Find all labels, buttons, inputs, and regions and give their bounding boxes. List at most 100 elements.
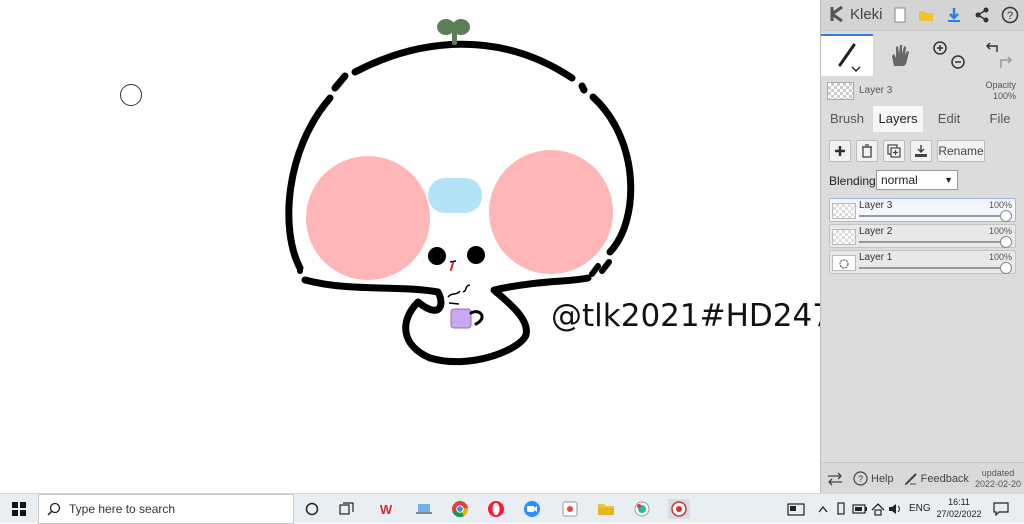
- cortana-icon[interactable]: [303, 499, 321, 519]
- search-icon: [47, 502, 61, 516]
- new-file-icon[interactable]: [891, 6, 909, 24]
- trash-icon: [862, 144, 872, 158]
- share-icon[interactable]: [973, 6, 991, 24]
- kleki-logo: Kleki: [829, 5, 883, 23]
- undo-redo-buttons[interactable]: [977, 34, 1021, 76]
- drawing-canvas[interactable]: @tlk2021#HD247: [0, 0, 820, 493]
- swap-arrows-icon[interactable]: [827, 472, 843, 486]
- merge-down-icon: [915, 145, 927, 157]
- device-icon[interactable]: [834, 499, 848, 519]
- windows-start-icon[interactable]: [10, 499, 28, 519]
- clock-time: 16:11: [948, 497, 970, 507]
- left-cheek: [306, 156, 430, 280]
- laptop-app-icon[interactable]: [414, 499, 434, 519]
- layer-opacity: 100%: [988, 200, 1012, 210]
- task-view-icon[interactable]: [338, 499, 356, 519]
- hand-tool-button[interactable]: [879, 34, 921, 76]
- slider-knob[interactable]: [1000, 210, 1012, 222]
- panel-footer: ? Help Feedback updated 2022-02-20: [821, 462, 1024, 494]
- watermark-text: @tlk2021#HD247: [551, 298, 820, 334]
- zoom-app-icon[interactable]: [522, 499, 542, 519]
- download-icon[interactable]: [945, 6, 963, 24]
- layer-opacity-slider[interactable]: [859, 215, 1009, 217]
- chevron-up-icon[interactable]: [816, 499, 830, 519]
- file-explorer-icon[interactable]: [596, 499, 616, 519]
- open-folder-icon[interactable]: [917, 6, 935, 24]
- rename-layer-button[interactable]: Rename: [937, 140, 985, 162]
- battery-icon[interactable]: [852, 499, 868, 519]
- tab-brush[interactable]: Brush: [821, 106, 873, 132]
- add-layer-button[interactable]: [829, 140, 851, 162]
- svg-text:W: W: [380, 502, 393, 516]
- network-icon[interactable]: [870, 499, 886, 519]
- help-circle-icon[interactable]: ?: [1001, 6, 1019, 24]
- blending-label: Blending: [829, 174, 876, 188]
- top-bar: Kleki ?: [821, 0, 1024, 31]
- tool-row: [821, 34, 1024, 76]
- opacity-readout: Opacity 100%: [985, 80, 1016, 102]
- taskbar: Type here to search W ENG 16:11 27/02/20…: [0, 493, 1024, 524]
- clock-date: 27/02/2022: [936, 509, 982, 519]
- chrome-icon[interactable]: [450, 499, 470, 519]
- side-panel: Kleki ? Layer 3 Opacity 100% Brush Layer…: [820, 0, 1024, 494]
- current-layer-preview: [827, 82, 854, 100]
- layer-name: Layer 1: [859, 252, 893, 263]
- right-eye: [467, 246, 485, 264]
- news-widget-icon[interactable]: [786, 499, 806, 519]
- layers-tab-body: Rename Blending normal ▼ Layer 3 100% La…: [821, 132, 1024, 462]
- opera-icon[interactable]: [486, 499, 506, 519]
- layer-thumbnail: [832, 229, 856, 245]
- blending-value: normal: [881, 173, 918, 187]
- layer-item[interactable]: Layer 3 100%: [829, 198, 1016, 222]
- layer-item[interactable]: Layer 1 100%: [829, 250, 1016, 274]
- opacity-label: Opacity: [985, 80, 1016, 90]
- feedback-icon: [904, 472, 917, 485]
- feedback-button[interactable]: Feedback: [904, 472, 969, 486]
- zoom-buttons[interactable]: [927, 34, 971, 76]
- app-name: Kleki: [850, 5, 883, 23]
- help-label: Help: [871, 472, 894, 485]
- delete-layer-button[interactable]: [856, 140, 878, 162]
- layer-thumbnail: [832, 255, 856, 271]
- updated-date: 2022-02-20: [974, 478, 1021, 489]
- kleki-logo-icon: [830, 5, 843, 23]
- brush-tool-button[interactable]: [821, 34, 873, 76]
- help-button[interactable]: ? Help: [853, 471, 894, 486]
- clock[interactable]: 16:11 27/02/2022: [936, 496, 982, 520]
- tab-edit[interactable]: Edit: [923, 106, 975, 132]
- slider-knob[interactable]: [1000, 262, 1012, 274]
- left-eye: [428, 247, 446, 265]
- layer-name: Layer 2: [859, 226, 893, 237]
- tab-file[interactable]: File: [975, 106, 1024, 132]
- notification-icon[interactable]: [992, 499, 1010, 519]
- panel-tabs: Brush Layers Edit File: [821, 106, 1024, 132]
- paint-app-icon[interactable]: [632, 499, 652, 519]
- plus-icon: [835, 146, 845, 156]
- updated-label: updated: [981, 467, 1015, 478]
- taskbar-search-input[interactable]: Type here to search: [38, 494, 294, 524]
- search-placeholder: Type here to search: [69, 502, 176, 516]
- duplicate-layer-button[interactable]: [883, 140, 905, 162]
- hand-icon: [892, 45, 909, 66]
- tab-layers[interactable]: Layers: [873, 106, 923, 132]
- app-icon[interactable]: [560, 499, 580, 519]
- layer-thumbnail: [832, 203, 856, 219]
- layer-item[interactable]: Layer 2 100%: [829, 224, 1016, 248]
- merge-layer-button[interactable]: [910, 140, 932, 162]
- slider-knob[interactable]: [1000, 236, 1012, 248]
- layer-opacity-slider[interactable]: [859, 241, 1009, 243]
- language-indicator[interactable]: ENG: [909, 503, 931, 514]
- duplicate-icon: [887, 144, 901, 158]
- active-app-icon[interactable]: [668, 499, 690, 519]
- zoom-in-out-icon: [933, 41, 965, 69]
- volume-icon[interactable]: [888, 499, 904, 519]
- wps-office-icon[interactable]: W: [376, 499, 396, 519]
- svg-text:?: ?: [1007, 10, 1013, 22]
- layer-opacity-slider[interactable]: [859, 267, 1009, 269]
- blending-select[interactable]: normal ▼: [876, 170, 958, 190]
- layer-name: Layer 3: [859, 200, 893, 211]
- undo-redo-icon: [985, 42, 1013, 68]
- help-icon: ?: [853, 471, 868, 486]
- opacity-value: 100%: [992, 91, 1016, 101]
- updated-info: updated 2022-02-20: [975, 468, 1021, 490]
